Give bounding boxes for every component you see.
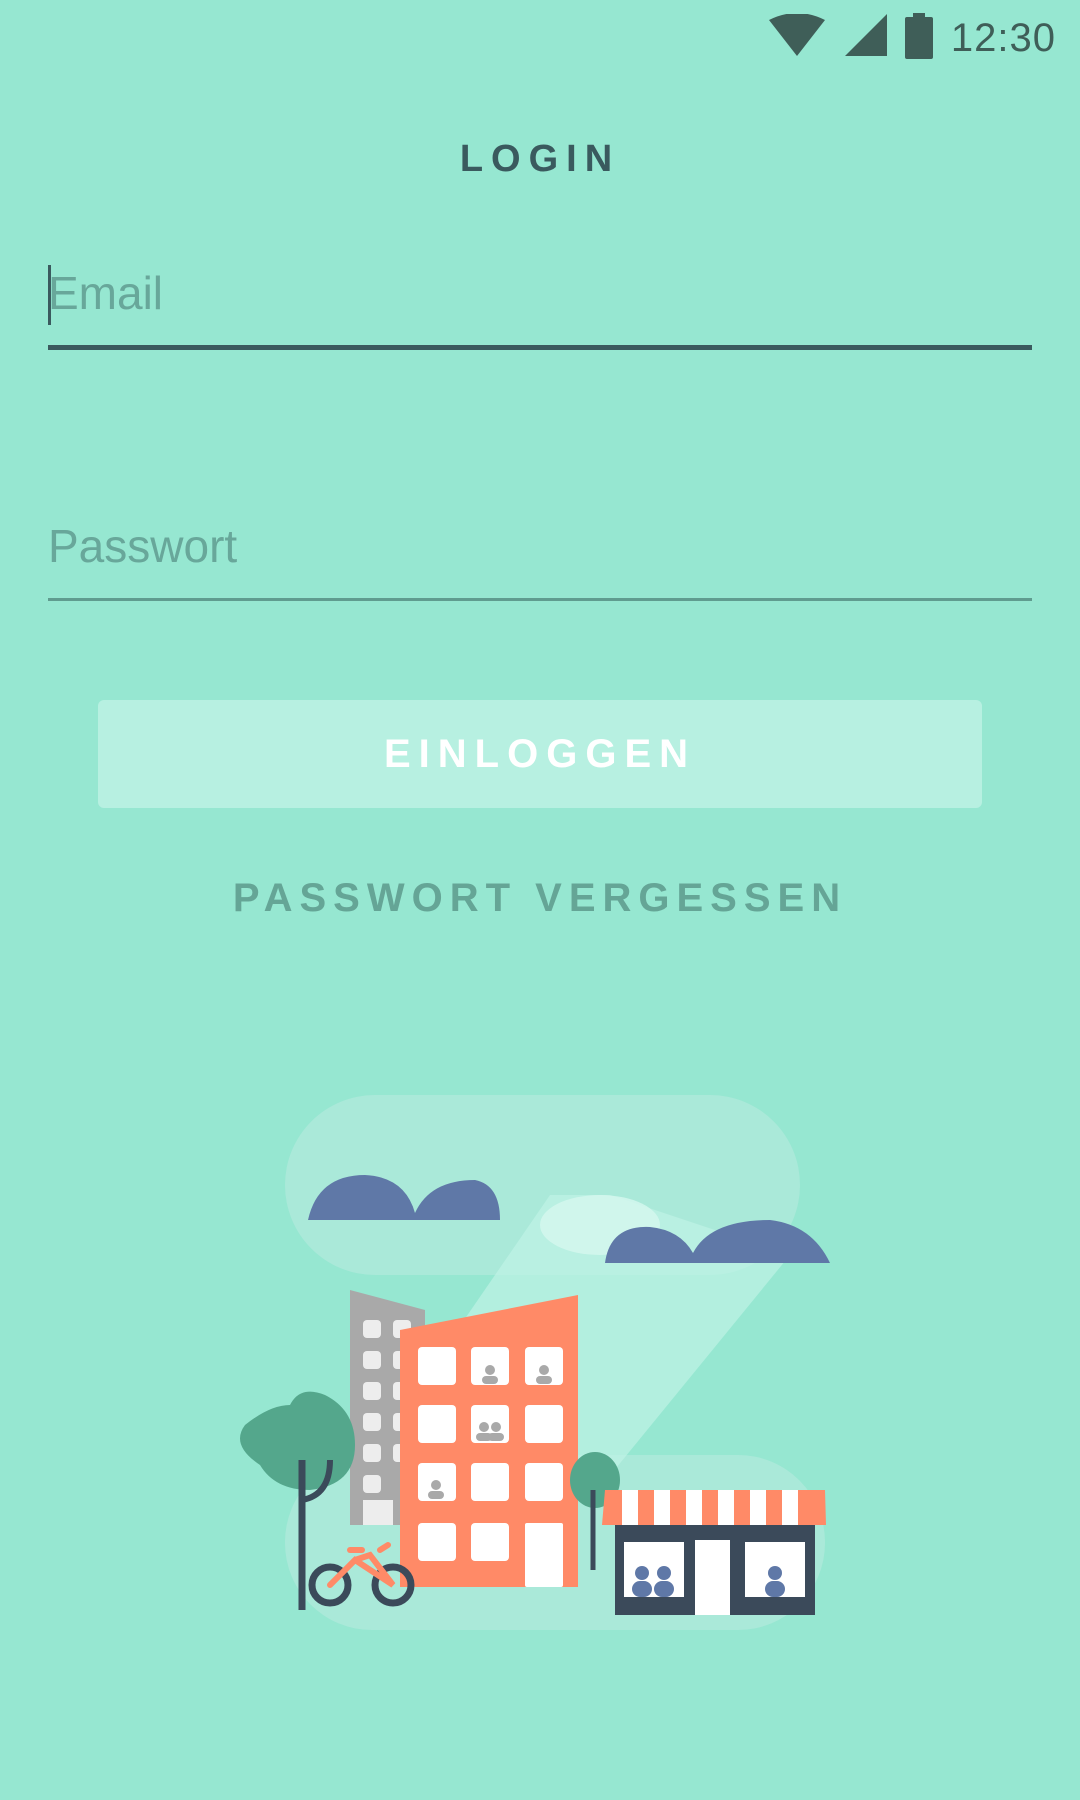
- text-caret: [48, 265, 51, 325]
- password-field-underline: [48, 598, 1032, 601]
- email-field-underline: [48, 345, 1032, 350]
- password-field[interactable]: [48, 508, 1032, 584]
- login-button[interactable]: EINLOGGEN: [98, 700, 982, 808]
- status-time: 12:30: [950, 15, 1056, 60]
- status-icons: 12:30: [768, 10, 1056, 66]
- password-field-container: [48, 508, 1032, 601]
- email-field[interactable]: [48, 255, 1032, 331]
- forgot-password-link[interactable]: PASSWORT VERGESSEN: [0, 876, 1080, 921]
- signal-icon: [843, 13, 887, 63]
- status-bar: 12:30: [0, 0, 1080, 72]
- page-title: LOGIN: [459, 138, 621, 180]
- battery-icon: [904, 12, 933, 64]
- email-field-container: [48, 255, 1032, 350]
- city-illustration: [230, 1095, 850, 1635]
- wifi-icon: [768, 12, 825, 63]
